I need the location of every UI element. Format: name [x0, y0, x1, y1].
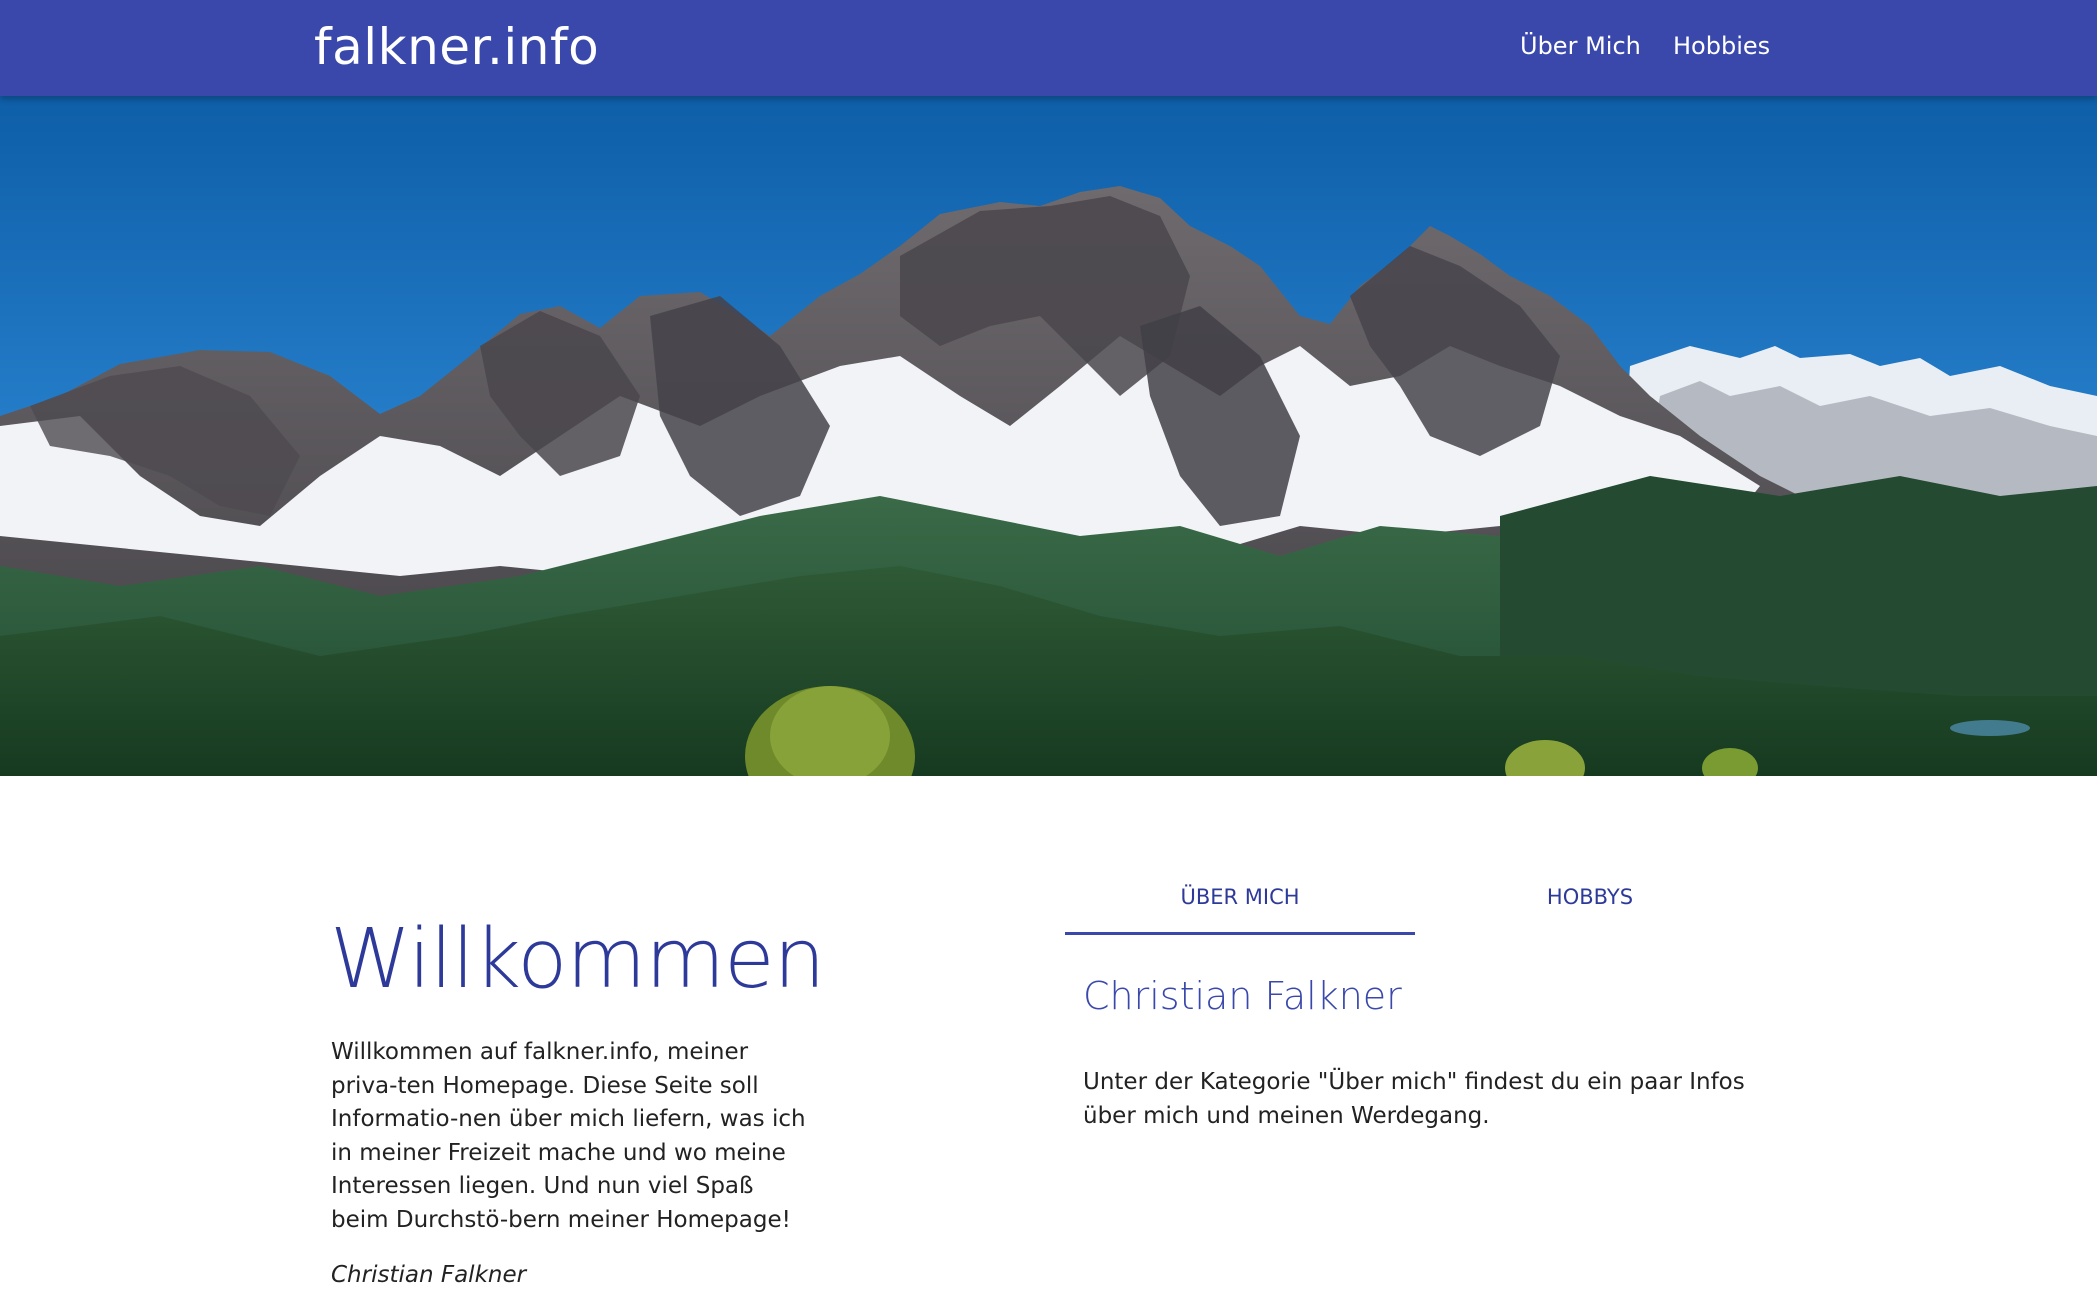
- nav-link-uber-mich[interactable]: Über Mich: [1520, 32, 1641, 60]
- tab-uber-mich[interactable]: ÜBER MICH: [1065, 880, 1415, 935]
- signature: Christian Falkner: [331, 1262, 527, 1288]
- tab-hobbys[interactable]: HOBBYS: [1415, 880, 1765, 932]
- brand-logo-link[interactable]: falkner.info: [314, 18, 599, 76]
- welcome-title: Willkommen: [330, 912, 826, 1007]
- welcome-text: Willkommen auf falkner.info, meiner priv…: [331, 1039, 806, 1233]
- hero-mountain-image: [0, 96, 2097, 776]
- tab-content-text: Unter der Kategorie "Über mich" findest …: [1083, 1069, 1745, 1129]
- tab-content-heading: Christian Falkner: [1083, 974, 1402, 1018]
- nav-link-hobbies[interactable]: Hobbies: [1673, 32, 1770, 60]
- top-navbar: falkner.info Über Mich Hobbies: [0, 0, 2097, 96]
